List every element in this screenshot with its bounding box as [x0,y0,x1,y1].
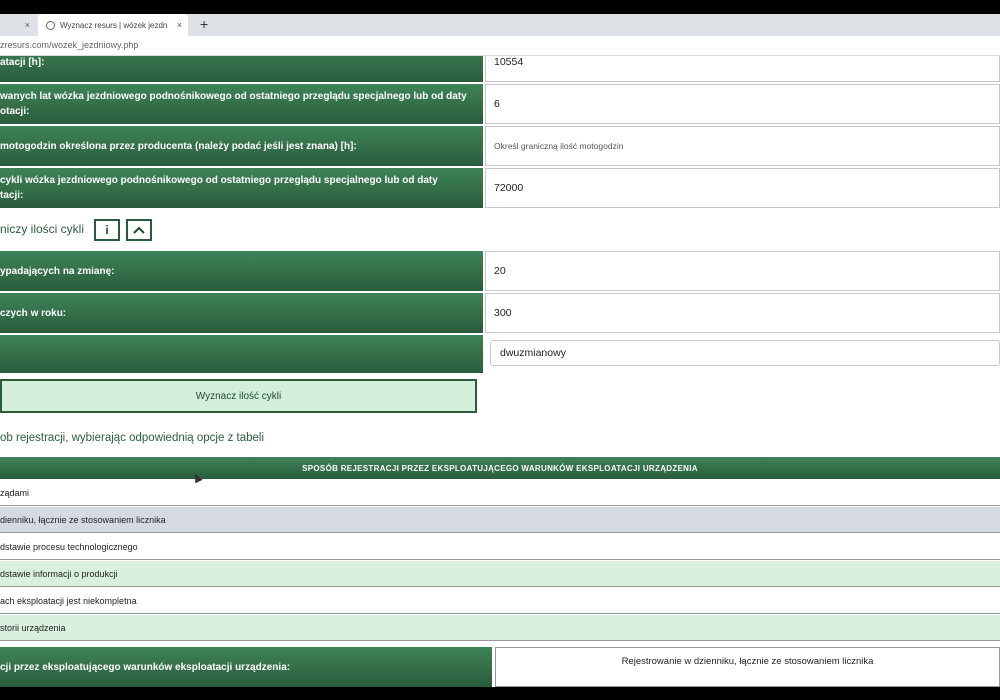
field-row-workdays: czych w roku: 300 [0,293,1000,333]
registration-summary-value: Rejestrowanie w dzienniku, łącznie ze st… [495,647,1000,687]
shift-mode-select[interactable]: dwuzmianowy [490,340,1000,366]
registration-option[interactable]: storii urządzenia [0,615,1000,641]
registration-option[interactable]: ządami [0,480,1000,506]
tab-close-icon[interactable]: × [25,20,30,30]
browser-tab-active[interactable]: Wyznacz resurs | wózek jezdnio × [38,14,188,36]
tab-close-icon[interactable]: × [177,20,182,30]
info-button[interactable]: i [94,219,120,241]
field-row-cycles: cykli wózka jezdniowego podnośnikowego o… [0,168,1000,208]
page-content: atacji [h]: 10554 wanych lat wózka jezdn… [0,56,1000,687]
field-label: cykli wózka jezdniowego podnośnikowego o… [0,168,483,208]
screen-bottom-border [0,687,1000,700]
registration-summary-label: cji przez eksploatującego warunków ekspl… [0,647,492,687]
field-label: atacji [h]: [0,56,483,82]
field-label: czych w roku: [0,293,483,333]
browser-tab-previous[interactable]: × [0,14,36,36]
field-label: ypadających na zmianę: [0,251,483,291]
field-row-motohours-limit: motogodzin określona przez producenta (n… [0,126,1000,166]
field-row-cycles-per-shift: ypadających na zmianę: 20 [0,251,1000,291]
field-row-years: wanych lat wózka jezdniowego podnośnikow… [0,84,1000,124]
screen: × Wyznacz resurs | wózek jezdnio × + zre… [0,0,1000,700]
motohours-limit-input[interactable]: Określ graniczną ilość motogodzin [485,126,1000,166]
cycles-section-title: niczy ilości cykli [0,222,85,236]
hours-input[interactable]: 10554 [485,56,1000,82]
address-url: zresurs.com/wozek_jezdniowy.php [0,40,139,50]
registration-option[interactable]: ach eksploatacji jest niekompletna [0,588,1000,614]
field-label: wanych lat wózka jezdniowego podnośnikow… [0,84,483,124]
browser-tab-strip: × Wyznacz resurs | wózek jezdnio × + [0,14,1000,36]
cycles-input[interactable]: 72000 [485,168,1000,208]
collapse-button[interactable] [126,219,152,241]
registration-table-header: SPOSÓB REJESTRACJI PRZEZ EKSPLOATUJĄCEGO… [0,457,1000,479]
calculate-cycles-button[interactable]: Wyznacz ilość cykli [0,379,477,413]
registration-option[interactable]: dstawie informacji o produkcji [0,561,1000,587]
workdays-input[interactable]: 300 [485,293,1000,333]
tab-title: Wyznacz resurs | wózek jezdnio [60,20,168,30]
years-input[interactable]: 6 [485,84,1000,124]
registration-instruction: ob rejestracji, wybierając odpowiednią o… [0,432,265,444]
field-label: motogodzin określona przez producenta (n… [0,126,483,166]
info-icon: i [105,223,109,237]
chevron-up-icon [133,226,145,234]
registration-option-selected[interactable]: dienniku, łącznie ze stosowaniem licznik… [0,507,1000,533]
globe-icon [46,20,55,30]
field-label-empty [0,335,483,373]
field-row-hours: atacji [h]: 10554 [0,56,1000,82]
cycles-per-shift-input[interactable]: 20 [485,251,1000,291]
new-tab-button[interactable]: + [200,16,208,32]
screen-top-border [0,0,1000,14]
address-bar[interactable]: zresurs.com/wozek_jezdniowy.php [0,36,1000,56]
registration-option[interactable]: dstawie procesu technologicznego [0,534,1000,560]
